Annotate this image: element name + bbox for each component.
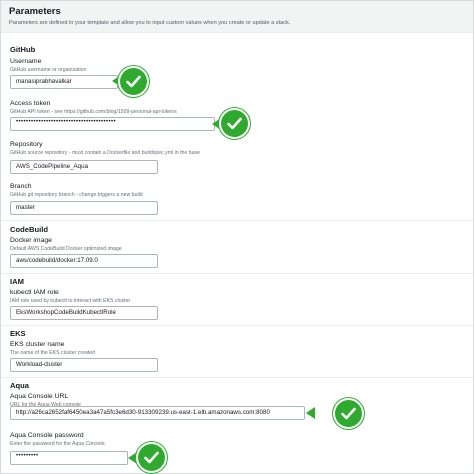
section-title-aqua: Aqua <box>10 381 29 390</box>
check-callout-arrow <box>306 407 315 419</box>
section-divider <box>1 325 473 326</box>
repository-value: AWS_CodePipeline_Aqua <box>16 163 89 170</box>
repository-label: Repository <box>10 141 43 148</box>
branch-value: master <box>16 204 35 211</box>
username-value: manasiprabhavalkar <box>16 78 72 85</box>
kubectl-role-description: IAM role used by kubectl to interact wit… <box>10 298 131 304</box>
panel-title: Parameters <box>9 6 61 17</box>
username-label: Username <box>10 58 42 65</box>
panel-description: Parameters are defined in your template … <box>9 20 291 26</box>
check-circle-icon <box>335 400 362 427</box>
section-divider <box>1 273 473 274</box>
aqua-url-value: http://a26ca2652faf6450ea3a47a5fc3e6d30-… <box>16 409 270 416</box>
aqua-password-input[interactable]: ••••••••• <box>10 451 128 465</box>
username-input[interactable]: manasiprabhavalkar <box>10 75 118 89</box>
check-circle-icon <box>138 444 165 471</box>
check-circle-icon <box>221 110 248 137</box>
section-title-eks: EKS <box>10 329 26 338</box>
eks-cluster-input[interactable]: Workload-cluster <box>10 358 158 372</box>
parameters-panel: Parameters Parameters are defined in you… <box>0 0 474 474</box>
access-token-label: Access token <box>10 100 51 107</box>
section-title-iam: IAM <box>10 277 24 286</box>
check-callout-arrow <box>212 118 221 130</box>
aqua-url-label: Aqua Console URL <box>10 393 69 400</box>
eks-cluster-value: Workload-cluster <box>16 361 63 368</box>
username-description: GitHub username or organization <box>10 67 87 73</box>
section-title-github: GitHub <box>10 45 36 54</box>
check-circle-icon <box>120 68 147 95</box>
kubectl-role-value: EksWorkshopCodeBuildKubectlRole <box>16 309 116 316</box>
access-token-description: GitHub API token - see https://github.co… <box>10 109 177 115</box>
repository-input[interactable]: AWS_CodePipeline_Aqua <box>10 160 158 174</box>
docker-image-label: Docker image <box>10 237 52 244</box>
aqua-url-input[interactable]: http://a26ca2652faf6450ea3a47a5fc3e6d30-… <box>10 406 305 420</box>
aqua-password-label: Aqua Console password <box>10 432 84 439</box>
branch-label: Branch <box>10 183 32 190</box>
access-token-input[interactable]: •••••••••••••••••••••••••••••••••••••••• <box>10 117 215 131</box>
docker-image-description: Default AWS CodeBuild Docker optimized i… <box>10 246 122 252</box>
repository-description: GitHub source repository - must contain … <box>10 150 201 156</box>
section-title-codebuild: CodeBuild <box>10 225 48 234</box>
docker-image-input[interactable]: aws/codebuild/docker:17.09.0 <box>10 254 158 268</box>
kubectl-role-input[interactable]: EksWorkshopCodeBuildKubectlRole <box>10 306 158 320</box>
section-divider <box>1 377 473 378</box>
eks-cluster-label: EKS cluster name <box>10 341 65 348</box>
docker-image-value: aws/codebuild/docker:17.09.0 <box>16 257 98 264</box>
kubectl-role-label: kubectl IAM role <box>10 289 59 296</box>
section-divider <box>1 220 473 221</box>
aqua-password-value: ••••••••• <box>16 453 39 459</box>
panel-header: Parameters Parameters are defined in you… <box>1 1 473 33</box>
check-callout-arrow <box>128 452 137 464</box>
eks-cluster-description: The name of the EKS cluster created <box>10 350 96 356</box>
access-token-value: •••••••••••••••••••••••••••••••••••••••• <box>16 119 117 125</box>
branch-input[interactable]: master <box>10 201 158 215</box>
branch-description: GitHub git repository branch - change tr… <box>10 192 143 198</box>
aqua-password-description: Enter the password for the Aqua Console. <box>10 441 107 447</box>
